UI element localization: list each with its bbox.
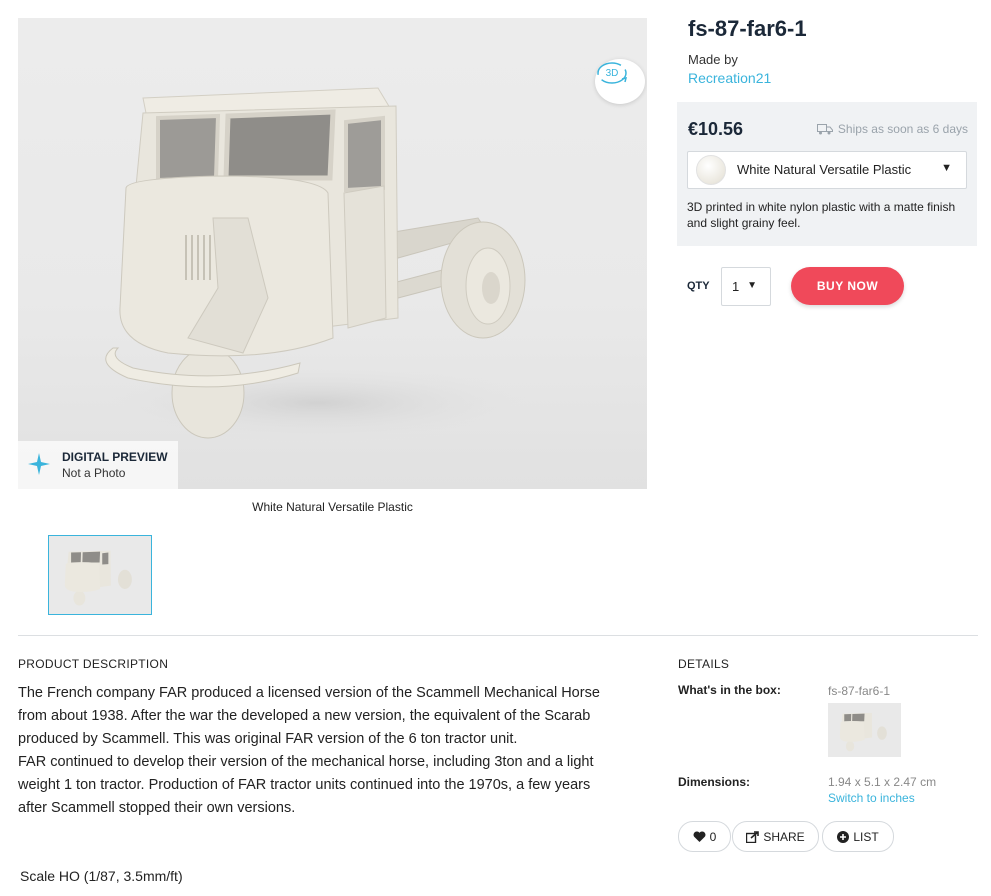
chevron-down-icon: ▼ xyxy=(747,280,757,291)
box-contents-label: What's in the box: xyxy=(678,683,781,697)
truck-render xyxy=(88,87,548,443)
rotate-3d-icon: 3D xyxy=(597,62,628,84)
share-label: SHARE xyxy=(763,829,805,844)
purchase-panel: €10.56 Ships as soon as 6 days White Nat… xyxy=(677,102,977,246)
section-divider xyxy=(18,635,978,636)
svg-text:3D: 3D xyxy=(606,68,619,79)
share-button[interactable]: SHARE xyxy=(732,821,819,852)
chevron-down-icon: ▼ xyxy=(941,162,952,174)
list-label: LIST xyxy=(853,829,879,844)
description-paragraph: FAR continued to develop their version o… xyxy=(18,754,594,816)
description-paragraph: The French company FAR produced a licens… xyxy=(18,685,600,747)
preview-title: DIGITAL PREVIEW xyxy=(62,450,168,464)
plus-circle-icon xyxy=(837,830,850,843)
shipping-text: Ships as soon as 6 days xyxy=(837,122,968,136)
shipping-info: Ships as soon as 6 days xyxy=(816,122,968,136)
description-heading: PRODUCT DESCRIPTION xyxy=(18,657,169,671)
dimensions-value: 1.94 x 5.1 x 2.47 cm xyxy=(828,775,937,789)
description-body: The French company FAR produced a licens… xyxy=(18,682,618,820)
digital-preview-badge: DIGITAL PREVIEW Not a Photo xyxy=(18,441,178,489)
switch-units-link[interactable]: Switch to inches xyxy=(828,791,915,805)
like-count: 0 xyxy=(709,829,717,844)
product-title: fs-87-far6-1 xyxy=(688,16,807,41)
details-heading: DETAILS xyxy=(678,657,730,671)
quantity-value: 1 xyxy=(732,279,740,294)
material-swatch xyxy=(696,155,726,185)
view-3d-button[interactable]: 3D xyxy=(595,59,645,104)
box-thumbnail-truck xyxy=(839,712,887,752)
author-link[interactable]: Recreation21 xyxy=(688,70,771,86)
image-caption: White Natural Versatile Plastic xyxy=(252,500,413,514)
like-button[interactable]: 0 xyxy=(678,821,731,852)
material-description: 3D printed in white nylon plastic with a… xyxy=(687,200,956,230)
scale-text: Scale HO (1/87, 3.5mm/ft) xyxy=(20,868,183,884)
box-contents-value: fs-87-far6-1 xyxy=(828,684,891,698)
qty-label: QTY xyxy=(687,280,710,292)
made-by-label: Made by xyxy=(688,52,738,67)
truck-icon xyxy=(816,124,833,135)
buy-now-button[interactable]: BUY NOW xyxy=(791,267,904,305)
material-select[interactable]: White Natural Versatile Plastic ▼ xyxy=(687,151,967,189)
product-main-image[interactable]: 3D xyxy=(18,18,647,489)
box-contents-thumbnail[interactable] xyxy=(828,703,901,757)
heart-icon xyxy=(693,830,706,842)
thumbnail-truck xyxy=(64,550,132,606)
dimensions-label: Dimensions: xyxy=(678,775,751,789)
sparkle-icon xyxy=(28,453,50,475)
preview-subtitle: Not a Photo xyxy=(62,466,126,480)
image-thumbnail[interactable] xyxy=(48,535,152,615)
add-to-list-button[interactable]: LIST xyxy=(822,821,894,852)
material-name: White Natural Versatile Plastic xyxy=(737,162,912,177)
price: €10.56 xyxy=(688,119,744,139)
quantity-select[interactable]: 1 ▼ xyxy=(721,267,771,306)
share-icon xyxy=(746,830,760,843)
